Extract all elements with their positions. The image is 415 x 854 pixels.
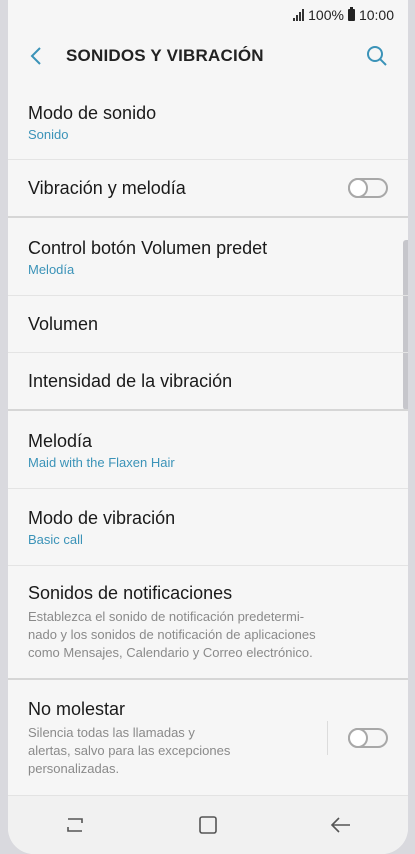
- page-title: SONIDOS Y VIBRACIÓN: [66, 46, 264, 65]
- recent-apps-icon: [66, 818, 83, 832]
- clock: 10:00: [358, 7, 394, 23]
- item-description: Establezca el sonido de notificación pre…: [28, 609, 316, 660]
- vibration-melody-toggle[interactable]: [348, 178, 388, 198]
- item-value: Maid with the Flaxen Hair: [28, 454, 175, 470]
- app-header: SONIDOS Y VIBRACIÓN: [8, 30, 408, 82]
- item-label: Volumen: [28, 314, 99, 334]
- search-button[interactable]: [354, 30, 400, 82]
- battery-icon: [347, 7, 355, 21]
- back-button[interactable]: [12, 30, 60, 82]
- item-label: Control botón Volumen predet: [28, 237, 268, 258]
- back-icon: [331, 817, 351, 833]
- list-item-vibration-melody[interactable]: Vibración y melodía: [8, 160, 408, 218]
- settings-list: Modo de sonido Sonido Vibración y melodí…: [8, 84, 408, 796]
- list-item-volume-button-control[interactable]: Control botón Volumen predet Melodía: [8, 218, 408, 296]
- list-item-vibration-intensity[interactable]: Intensidad de la vibración: [8, 353, 408, 411]
- item-label: Vibración y melodía: [28, 178, 186, 198]
- do-not-disturb-toggle[interactable]: [348, 728, 388, 748]
- item-value: Sonido: [28, 126, 69, 142]
- navigation-bar: [8, 795, 408, 854]
- item-label: Sonidos de notificaciones: [28, 583, 233, 603]
- battery-percent: 100%: [308, 7, 344, 23]
- home-icon: [199, 816, 217, 834]
- list-item-ringtone[interactable]: Melodía Maid with the Flaxen Hair: [8, 411, 408, 489]
- chevron-left-icon: [30, 47, 41, 65]
- signal-icon: [293, 9, 305, 21]
- item-label: Modo de vibración: [28, 508, 176, 528]
- item-description: Silencia todas las llamadas y alertas, s…: [28, 725, 231, 776]
- item-label: Melodía: [28, 430, 93, 451]
- list-item-volume[interactable]: Volumen: [8, 296, 408, 353]
- item-label: No molestar: [28, 699, 126, 719]
- list-item-sound-mode[interactable]: Modo de sonido Sonido: [8, 84, 408, 160]
- list-item-notification-sounds[interactable]: Sonidos de notificaciones Establezca el …: [8, 566, 408, 680]
- item-label: Modo de sonido: [28, 102, 157, 123]
- back-nav-button[interactable]: [311, 796, 371, 854]
- recent-apps-button[interactable]: [45, 796, 105, 854]
- phone-screen: 100% 10:00 SONIDOS Y VIBRACIÓN Modo de s…: [8, 0, 408, 854]
- status-bar: 100% 10:00: [8, 0, 408, 30]
- item-label: Intensidad de la vibración: [28, 371, 233, 391]
- item-value: Melodía: [28, 261, 75, 277]
- item-value: Basic call: [28, 532, 83, 547]
- divider: [327, 721, 328, 755]
- list-item-do-not-disturb[interactable]: No molestar Silencia todas las llamadas …: [8, 680, 408, 796]
- home-button[interactable]: [178, 796, 238, 854]
- list-item-vibration-pattern[interactable]: Modo de vibración Basic call: [8, 489, 408, 566]
- search-icon: [367, 46, 387, 66]
